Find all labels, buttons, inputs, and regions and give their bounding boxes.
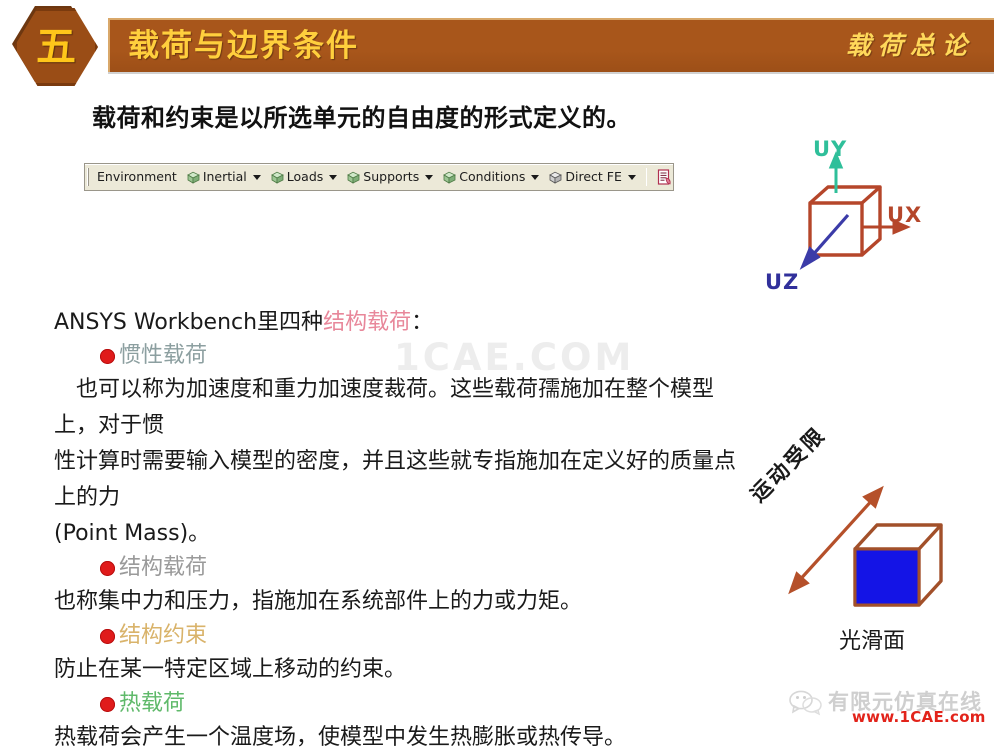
wechat-icon [788,688,824,716]
chevron-down-icon[interactable] [252,174,261,180]
paragraph-line: (Point Mass)。 [54,521,211,546]
coordinate-axes-figure: UY UX UZ [755,135,990,310]
cube-icon [270,171,284,184]
toolbar-item-label: Supports [363,169,420,184]
slide-root: 载荷与边界条件 载荷总论 五 载荷和约束是以所选单元的自由度的形式定义的。 En… [0,0,1000,750]
document-report-icon [657,168,673,186]
toolbar-item-label: Inertial [202,169,247,184]
bullet-label: 热载荷 [119,691,186,716]
chevron-down-icon[interactable] [425,174,434,180]
bullet-label: 结构约束 [119,623,208,648]
smooth-surface-cube-svg [788,485,943,607]
bullet-item-structural-constraint: 结构约束 [54,620,754,652]
toolbar-item-loads[interactable]: Loads [266,166,343,188]
section-badge: 五 [14,8,98,86]
axis-label-uy: UY [813,137,848,161]
paragraph-line: 性计算时需要输入模型的密度，并且这些就专指施加在定义好的质量点上的力 [54,449,737,510]
body-intro-highlight: 结构载荷 [323,310,412,335]
cube-icon [443,171,457,184]
smooth-surface-caption: 光滑面 [838,629,905,654]
chevron-down-icon[interactable] [329,174,338,180]
footer-url: www.1CAE.com [852,708,986,726]
toolbar-report-button[interactable] [652,166,678,188]
paragraph-line: 也可以称为加速度和重力加速度裁荷。这些载荷孺施加在整个模型上，对于惯 [54,377,715,438]
toolbar-item-inertial[interactable]: Inertial [182,166,266,188]
red-dot-icon [100,560,115,576]
header-bar: 载荷与边界条件 载荷总论 [108,18,994,72]
toolbar-separator [645,168,647,186]
section-badge-number: 五 [36,24,76,70]
toolbar-item-label: Conditions [459,169,526,184]
cube-icon [347,171,361,184]
toolbar-item-conditions[interactable]: Conditions [438,166,544,188]
red-dot-icon [100,696,115,712]
body-intro-line: ANSYS Workbench里四种结构载荷： [54,306,754,340]
paragraph-line: 也称集中力和压力，指施加在系统部件上的力或力矩。 [54,589,583,614]
footer-watermark: 有限元仿真在线 www.1CAE.com [786,686,996,730]
toolbar-item-direct-fe[interactable]: Direct FE [544,166,641,188]
paragraph-line: 防止在某一特定区域上移动的约束。 [54,657,407,682]
axis-label-ux: UX [887,203,923,227]
toolbar-item-environment[interactable]: Environment [92,166,182,188]
toolbar-item-label: Loads [286,169,324,184]
paragraph-line: 热载荷会产生一个温度场，使模型中发生热膨胀或热传导。 [54,725,627,750]
toolbar-item-supports[interactable]: Supports [342,166,438,188]
bullet-label: 结构载荷 [119,555,208,580]
bullet-item-inertial: 惯性载荷 [54,340,754,372]
header-subtitle: 载荷总论 [845,31,974,60]
body-intro-prefix: ANSYS Workbench里四种 [54,310,324,335]
bullet-item-thermal-load: 热载荷 [54,688,754,720]
toolbar-item-label: Direct FE [565,169,622,184]
red-dot-icon [100,628,115,644]
axis-label-uz: UZ [765,270,800,294]
cube-icon [549,171,563,184]
toolbar-item-label: Environment [97,169,177,184]
smooth-surface-figure: 运动受限 光滑面 [745,422,995,665]
chevron-down-icon[interactable] [531,174,540,180]
bullet-item-structural-load: 结构载荷 [54,552,754,584]
lead-sentence: 载荷和约束是以所选单元的自由度的形式定义的。 [92,104,631,132]
page-title: 载荷与边界条件 [128,28,359,64]
body-intro-suffix: ： [411,310,434,335]
ansys-environment-toolbar: Environment Inertial Loads Supports Cond… [84,163,674,191]
chevron-down-icon[interactable] [627,174,636,180]
red-dot-icon [100,348,115,364]
bullet-label: 惯性载荷 [119,343,208,368]
body-content: ANSYS Workbench里四种结构载荷： 惯性载荷 也可以称为加速度和重力… [54,306,754,756]
toolbar-grip[interactable] [87,168,89,186]
cube-icon [187,171,200,184]
